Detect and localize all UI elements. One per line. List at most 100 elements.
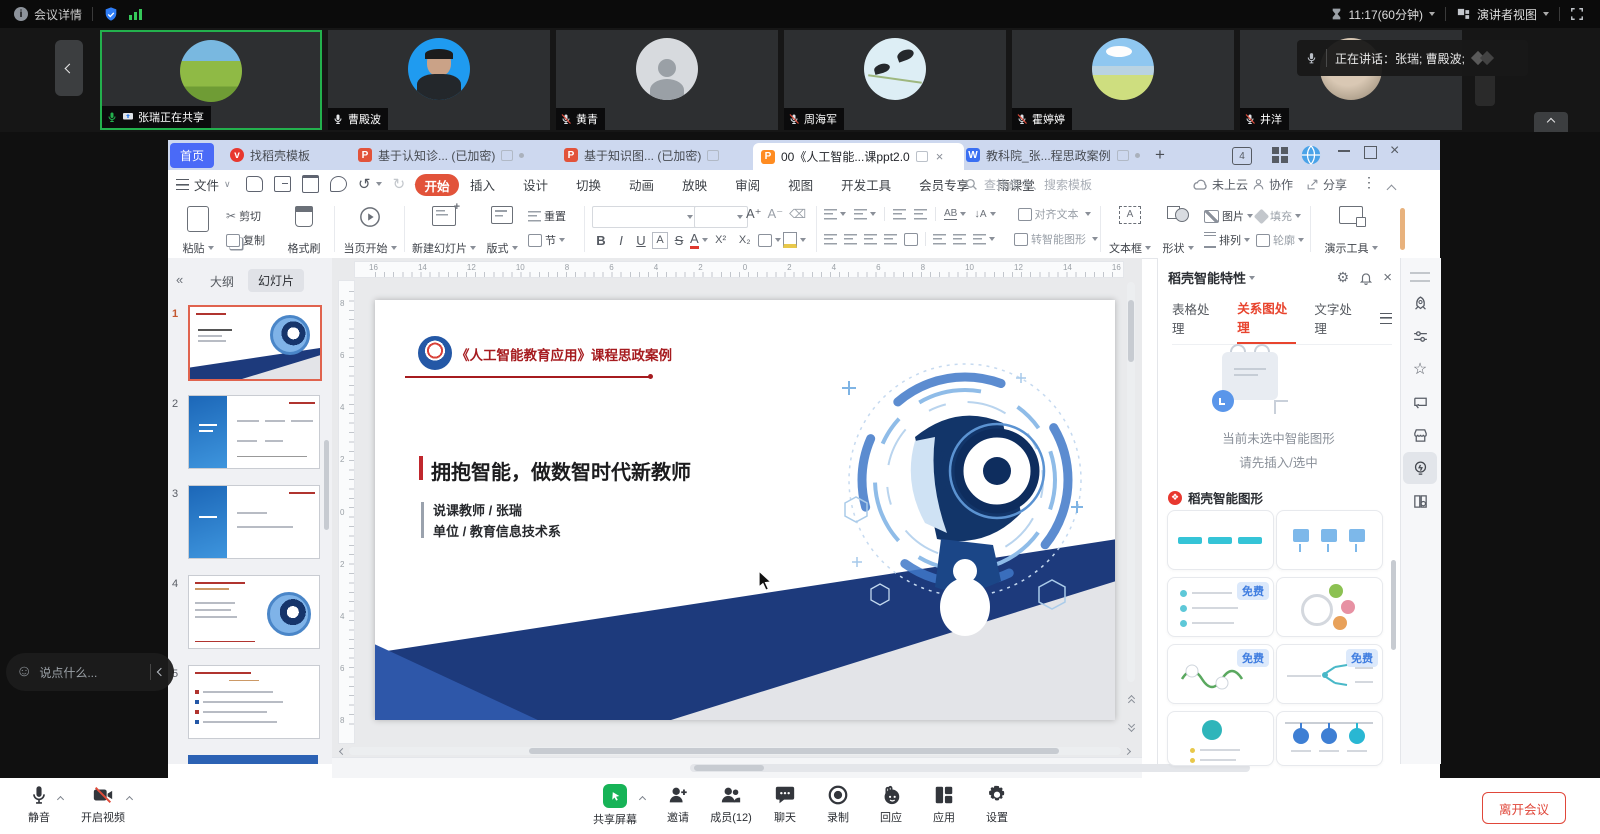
settings-button[interactable]: 设置 [970,784,1024,825]
slide-unit-line[interactable]: 单位 / 教育信息技术系 [433,521,561,540]
outline-tab[interactable]: 大纲 [210,273,234,290]
wps-doc-tab-active[interactable]: P 00《人工智能...课ppt2.0 × [753,143,964,170]
reactions-button[interactable]: 回应 [864,784,918,825]
diagram-card-arrows[interactable] [1167,510,1274,570]
canvas-hscrollbar[interactable] [340,746,1130,756]
layout-button[interactable]: 版式 [482,204,522,258]
export-icon[interactable] [274,176,291,192]
line-height-button[interactable] [973,234,995,245]
share-options-caret[interactable] [640,794,645,804]
prev-slide-button[interactable] [1125,696,1137,712]
increase-font-button[interactable]: A⁺ [746,206,762,222]
subscript-button[interactable]: X₂ [734,234,756,246]
play-from-current-button[interactable]: 当页开始 [342,204,398,258]
magic-star-icon[interactable]: ☆ [1409,358,1431,380]
participant-tile[interactable]: 霍婷婷 [1012,30,1234,130]
emoji-icon[interactable]: ☺ [16,663,32,681]
tab-relation-diagram[interactable]: 关系图处理 [1237,298,1296,344]
diagram-card-timeline[interactable] [1276,711,1383,766]
close-tab-icon[interactable]: × [936,149,944,164]
font-color-button[interactable]: A [690,231,708,249]
banner-tab[interactable] [1475,76,1495,106]
menu-tab-transition[interactable]: 切换 [574,175,603,194]
slide-thumbnail-5[interactable] [188,665,320,739]
bold-button[interactable]: B [592,233,610,248]
textbox-button[interactable]: A 文本框 [1106,204,1154,258]
wps-doc-tab-2[interactable]: P 基于知识图... (已加密) [556,142,752,168]
print-preview-icon[interactable] [330,176,347,192]
undo-button[interactable]: ↺ [358,175,382,193]
align-left-button[interactable] [824,234,837,245]
slide-title[interactable]: 拥抱智能，做数智时代新教师 [431,456,691,485]
text-direction-button[interactable]: AB [944,208,966,220]
tab-text-processing[interactable]: 文字处理 [1314,299,1361,343]
redo-button[interactable]: ↻ [393,175,406,193]
numbered-list-button[interactable] [854,209,876,220]
chat-input-pill[interactable]: ☺ 说点什么... [6,653,174,691]
line-spacing-button[interactable]: ↓A [974,208,995,220]
slide-thumbnail-1[interactable] [188,305,322,381]
smart-panel-scrollbar[interactable] [1391,560,1396,650]
align-center-button[interactable] [844,234,857,245]
book-search-icon[interactable] [1409,490,1431,512]
slide-thumbnail-4[interactable] [188,575,320,649]
shapes-button[interactable]: 形状 [1158,204,1198,258]
chat-collapse-icon[interactable] [157,668,165,676]
new-tab-button[interactable]: + [1155,145,1165,165]
panel-close-icon[interactable]: × [1383,269,1392,286]
paste-button[interactable]: 粘贴 [176,204,220,258]
panel-tabs-more-icon[interactable] [1380,313,1392,324]
para-spacing2-button[interactable] [953,234,966,245]
slide-thumbnail-6-partial[interactable] [188,755,318,764]
slide-header-text[interactable]: 《人工智能教育应用》课程思政案例 [456,344,672,364]
mute-options-caret[interactable] [58,794,63,804]
format-painter-button[interactable]: 格式刷 [282,204,326,258]
phonetic-guide-button[interactable] [758,234,781,247]
decrease-indent-button[interactable] [893,209,906,220]
screen-sync-icon[interactable] [1409,391,1431,413]
outline-button[interactable]: 轮廓 [1256,230,1304,250]
menu-tab-member[interactable]: 会员专享 [917,175,971,194]
fill-button[interactable]: 填充 [1256,206,1301,226]
file-menu[interactable]: 文件 ∨ [176,175,231,194]
diagram-card-list[interactable]: 免费 [1167,577,1274,637]
new-slide-button[interactable]: + 新建幻灯片 [412,204,476,258]
apps-button[interactable]: 应用 [917,784,971,825]
to-smart-diagram-button[interactable]: 转智能图形 [1014,231,1098,247]
arrange-button[interactable]: 排列 [1204,230,1250,250]
slide-canvas[interactable]: 《人工智能教育应用》课程思政案例 拥抱智能，做数智时代新教师 说课教师 / 张瑞… [375,300,1115,720]
share-screen-button[interactable]: 共享屏幕 [588,784,642,827]
canvas-vscrollbar[interactable] [1127,282,1135,682]
increase-indent-button[interactable] [914,209,927,220]
menu-tab-slideshow[interactable]: 放映 [680,175,709,194]
tab-table-processing[interactable]: 表格处理 [1172,299,1219,343]
ribbon-scroll-indicator[interactable] [1400,208,1405,250]
decrease-font-button[interactable]: A⁻ [768,206,784,222]
fullscreen-icon[interactable] [1570,7,1584,21]
slide-panel-scrollbar[interactable] [324,440,329,530]
bullet-list-button[interactable] [824,209,846,220]
para-spacing-button[interactable] [933,234,946,245]
cloud-status[interactable]: 未上云 [1192,176,1248,193]
view-mode-label[interactable]: 演讲者视图 [1477,6,1537,23]
tab-grid-button[interactable] [1272,147,1288,163]
align-right-button[interactable] [864,234,877,245]
menu-tab-review[interactable]: 审阅 [733,175,762,194]
panel-title-caret[interactable] [1249,276,1255,280]
highlight-color-button[interactable] [783,232,806,248]
strip-drag-handle[interactable] [1410,272,1430,282]
panel-settings-icon[interactable]: ⚙ [1337,269,1350,286]
window-close-button[interactable]: × [1390,142,1399,160]
record-button[interactable]: 录制 [811,784,865,825]
leave-meeting-button[interactable]: 离开会议 [1482,792,1566,824]
strikethrough-button[interactable]: S [670,233,688,248]
hscroll-left-arrow[interactable] [339,747,346,754]
diagram-card-cluster[interactable] [1276,577,1383,637]
strip-collapse-button[interactable] [1534,112,1568,132]
section-button[interactable]: 节 [528,230,565,250]
window-restore-button[interactable] [1364,146,1377,159]
align-text-button[interactable]: 对齐文本 [1018,206,1091,222]
wps-doc-tab-3[interactable]: W 教科院_张...程思政案例 [958,142,1159,168]
wps-doc-tab-1[interactable]: P 基于认知诊... (已加密) [350,142,556,168]
menu-tab-insert[interactable]: 插入 [468,175,497,194]
